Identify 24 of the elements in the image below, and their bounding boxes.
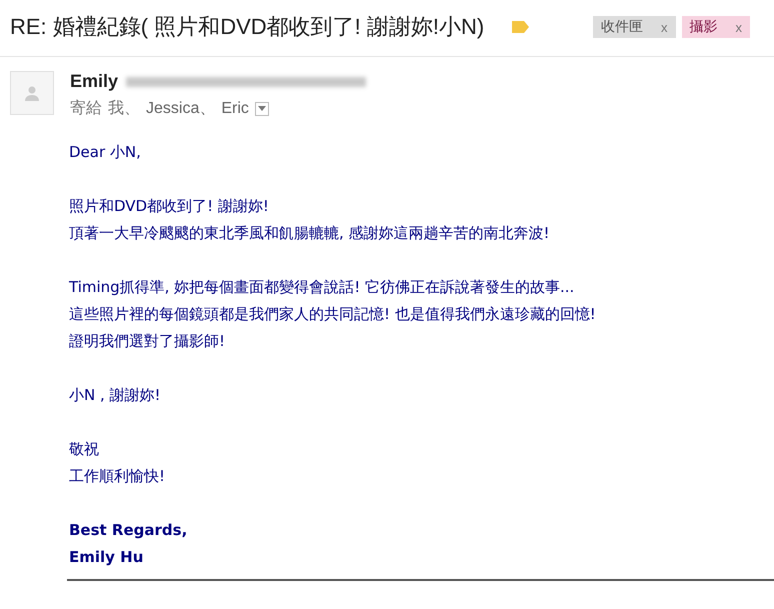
remove-label-button[interactable]: x bbox=[736, 20, 742, 34]
remove-label-button[interactable]: x bbox=[661, 20, 668, 34]
body-line: Timing抓得準, 妳把每個畫面都變得會說話! 它彷佛正在訴說著發生的故事... bbox=[69, 277, 576, 298]
details-dropdown-button[interactable] bbox=[254, 102, 269, 116]
body-line: 工作順利愉快! bbox=[69, 466, 166, 487]
recipient-name: Jessica、 bbox=[146, 99, 216, 119]
email-subject: RE: 婚禮紀錄( 照片和DVD都收到了! 謝謝妳!小N) bbox=[10, 13, 484, 41]
body-line: 這些照片裡的每個鏡頭都是我們家人的共同記憶! 也是值得我們永遠珍藏的回憶! bbox=[69, 304, 597, 325]
recipient-name: Eric bbox=[221, 100, 249, 118]
greeting: Dear 小N, bbox=[69, 142, 142, 163]
body-line: 照片和DVD都收到了! 謝謝妳! bbox=[69, 196, 270, 217]
label-name: 收件匣 bbox=[601, 18, 643, 36]
label-name: 攝影 bbox=[690, 18, 718, 36]
caret-icon bbox=[258, 106, 266, 111]
body-line: 敬祝 bbox=[69, 439, 100, 460]
recipient-name: 我、 bbox=[108, 98, 140, 119]
person-icon bbox=[24, 85, 40, 101]
recipients-prefix: 寄給 bbox=[70, 98, 102, 119]
sender-name: Emily bbox=[70, 71, 118, 92]
body-line: 小N , 謝謝妳! bbox=[69, 385, 162, 406]
body-line: 頂著一大早冷颼颼的東北季風和飢腸轆轆, 感謝妳這兩趟辛苦的南北奔波! bbox=[69, 223, 551, 244]
signature-line: Emily Hu bbox=[69, 547, 144, 568]
body-line: 證明我們選對了攝影師! bbox=[69, 331, 226, 352]
signature-line: Best Regards, bbox=[69, 520, 188, 541]
